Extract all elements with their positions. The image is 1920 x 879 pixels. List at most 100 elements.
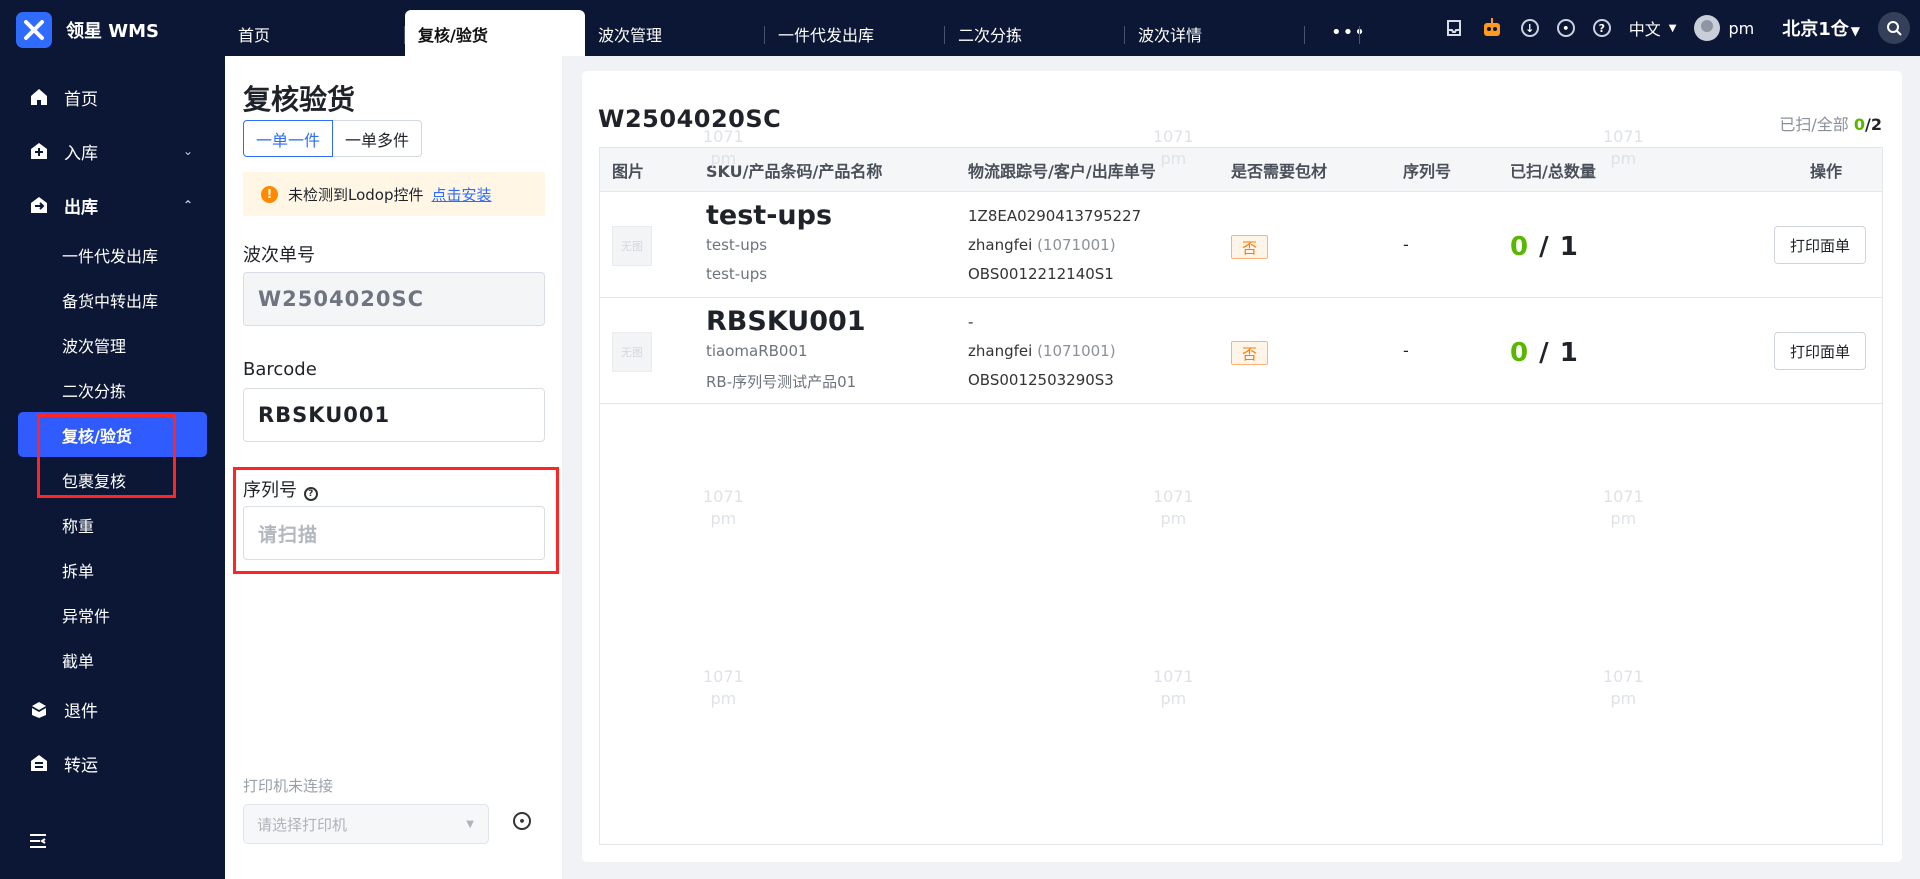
customer-info: zhangfei (1071001) [968, 342, 1116, 360]
sidebar-sub-item-dropship[interactable]: 一件代发出库 [0, 232, 225, 277]
user-menu[interactable]: pm [1694, 15, 1754, 41]
tab-home[interactable]: 首页 [225, 10, 405, 56]
sidebar-item-transfer[interactable]: 转运 [0, 736, 225, 790]
sidebar-sub-item-split-order[interactable]: 拆单 [0, 547, 225, 592]
scanned-count: 0 [1853, 115, 1866, 134]
customer-code: (1071001) [1037, 342, 1116, 360]
tab-wave-management[interactable]: 波次管理 [585, 10, 765, 56]
packaging-status-badge: 否 [1231, 235, 1268, 259]
tab-review-inspection[interactable]: 复核/验货 [405, 10, 585, 56]
scanned-quantity: 0 [1510, 338, 1530, 368]
sidebar-item-home[interactable]: 首页 [0, 70, 225, 124]
mode-switch: 一单一件 一单多件 [243, 120, 423, 157]
tracking-number: 1Z8EA0290413795227 [968, 207, 1142, 225]
transfer-icon [31, 755, 47, 771]
install-link[interactable]: 点击安装 [432, 184, 492, 205]
serial-number-value: - [1403, 235, 1409, 254]
download-icon[interactable]: ↓ [1520, 19, 1539, 37]
outbound-number: OBS0012212140S1 [968, 265, 1114, 283]
sidebar-sub-item-cutoff[interactable]: 截单 [0, 637, 225, 682]
product-image-placeholder: 无图 [612, 332, 652, 372]
total-quantity: 1 [1559, 338, 1579, 368]
multi-item-mode-button[interactable]: 一单多件 [333, 120, 423, 157]
quantity-progress: 0 / 1 [1510, 232, 1579, 262]
warning-icon: ! [261, 185, 278, 203]
sidebar-item-inbound[interactable]: 入库 ⌄ [0, 124, 225, 178]
top-navigation: 领星 WMS 首页 复核/验货 波次管理 一件代发出库 二次分拣 波次详情 ••… [0, 0, 1920, 56]
tab-wave-details[interactable]: 波次详情 [1125, 10, 1305, 56]
sidebar-label-outbound: 出库 [64, 197, 98, 218]
notice-text: 未检测到Lodop控件 [288, 185, 424, 204]
warehouse-selector[interactable]: 北京1仓 ▼ [1782, 15, 1860, 41]
wave-number-label: 波次单号 [243, 245, 315, 266]
product-barcode: tiaomaRB001 [706, 342, 808, 360]
chevron-down-icon: ⌄ [182, 144, 193, 158]
box-icon[interactable] [1445, 19, 1463, 37]
tab-secondary-sorting[interactable]: 二次分拣 [945, 10, 1125, 56]
wave-number-title: W2504020SC [598, 105, 782, 133]
sidebar-sub-item-weighing[interactable]: 称重 [0, 502, 225, 547]
settings-icon[interactable]: • [1556, 19, 1575, 37]
sidebar-label-inbound: 入库 [64, 143, 98, 164]
chevron-down-icon: ▼ [1668, 22, 1677, 34]
sku-code: test-ups [706, 200, 833, 231]
scan-progress-label: 已扫/全部 [1779, 115, 1849, 134]
customer-info: zhangfei (1071001) [968, 236, 1116, 254]
sidebar-sub-item-secondary-sorting[interactable]: 二次分拣 [0, 367, 225, 412]
sidebar-label-transfer: 转运 [64, 755, 98, 776]
sidebar-item-outbound[interactable]: 出库 ⌃ [0, 178, 225, 232]
product-name: test-ups [706, 265, 768, 283]
review-content: W2504020SC 已扫/全部 0/2 图片 SKU/产品条码/产品名称 物流… [582, 71, 1902, 862]
total-quantity: 1 [1559, 232, 1579, 262]
robot-icon[interactable] [1481, 17, 1503, 39]
outbound-number: OBS0012503290S3 [968, 371, 1114, 389]
header-tools: ↓ • ? 中文 ▼ pm 北京1仓 ▼ [1427, 12, 1910, 44]
sidebar-sub-item-transfer-outbound[interactable]: 备货中转出库 [0, 277, 225, 322]
sidebar-item-returns[interactable]: 退件 [0, 682, 225, 736]
customer-name: zhangfei [968, 342, 1033, 360]
language-selector[interactable]: 中文 ▼ [1629, 16, 1677, 40]
printer-settings-icon[interactable]: • [513, 812, 531, 830]
table-row: 无图 test-ups test-ups test-ups 1Z8EA02904… [600, 192, 1882, 298]
search-button[interactable] [1878, 12, 1910, 44]
brand-logo[interactable]: 领星 WMS [16, 12, 159, 48]
chevron-down-icon: ▼ [1850, 24, 1860, 38]
header-image: 图片 [612, 161, 645, 181]
user-name: pm [1728, 18, 1755, 38]
highlight-annotation-sidebar [37, 414, 176, 498]
tab-dropship-outbound[interactable]: 一件代发出库 [765, 10, 945, 56]
lodop-notice: ! 未检测到Lodop控件 点击安装 [243, 172, 545, 216]
logo-icon [16, 12, 52, 48]
header-quantity: 已扫/总数量 [1510, 161, 1596, 181]
review-table: 图片 SKU/产品条码/产品名称 物流跟踪号/客户/出库单号 是否需要包材 序列… [599, 147, 1883, 845]
barcode-label: Barcode [243, 359, 317, 380]
highlight-annotation-serial-field [233, 467, 559, 574]
wave-number-field: W2504020SC [243, 272, 545, 326]
barcode-input[interactable]: RBSKU001 [243, 388, 545, 442]
sidebar-sub-item-wave-management[interactable]: 波次管理 [0, 322, 225, 367]
header-serial: 序列号 [1403, 161, 1452, 181]
print-label-button[interactable]: 打印面单 [1774, 226, 1866, 264]
header-shipping: 物流跟踪号/客户/出库单号 [968, 161, 1156, 181]
printer-status: 打印机未连接 [243, 777, 334, 795]
header-packaging: 是否需要包材 [1231, 161, 1328, 181]
printer-placeholder: 请选择打印机 [257, 815, 348, 834]
scan-progress: 已扫/全部 0/2 [1779, 115, 1882, 134]
product-image-placeholder: 无图 [612, 226, 652, 266]
print-label-button[interactable]: 打印面单 [1774, 332, 1866, 370]
sidebar-label-returns: 退件 [64, 701, 98, 722]
printer-select[interactable]: 请选择打印机 ▼ [243, 804, 489, 844]
chevron-down-icon: ▼ [466, 818, 474, 830]
more-tabs-button[interactable]: ••• [1305, 10, 1365, 56]
collapse-icon[interactable] [28, 831, 48, 851]
sidebar-sub-item-exceptions[interactable]: 异常件 [0, 592, 225, 637]
page-tabs: 首页 复核/验货 波次管理 一件代发出库 二次分拣 波次详情 ••• [225, 10, 1365, 56]
single-item-mode-button[interactable]: 一单一件 [243, 120, 334, 157]
packaging-status-badge: 否 [1231, 341, 1268, 365]
sidebar-label-home: 首页 [64, 89, 98, 110]
brand-name: 领星 WMS [66, 21, 159, 42]
inbound-icon [31, 143, 47, 159]
help-icon[interactable]: ? [1592, 19, 1611, 37]
table-header: 图片 SKU/产品条码/产品名称 物流跟踪号/客户/出库单号 是否需要包材 序列… [600, 148, 1882, 192]
page-title: 复核验货 [243, 83, 356, 116]
